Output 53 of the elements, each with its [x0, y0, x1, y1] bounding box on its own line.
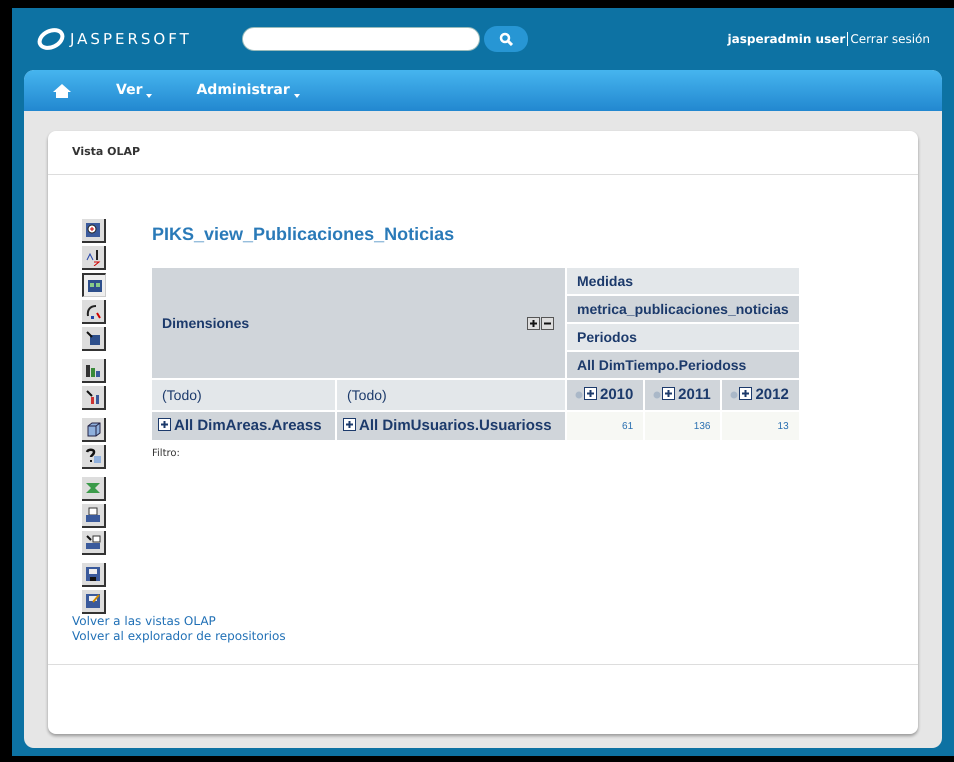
column-header: metrica_publicaciones_noticias [567, 296, 799, 322]
filter-label: Filtro: [152, 447, 181, 461]
table-cell: 61 [567, 412, 644, 440]
row-member: All DimAreas.Areass [152, 412, 335, 440]
dot-icon [575, 390, 583, 399]
bar-chart-icon[interactable] [82, 359, 106, 383]
expand-collapse-icon[interactable] [527, 316, 555, 330]
caret-icon [294, 94, 300, 98]
user-name: jasperadmin user [728, 31, 846, 48]
period-header: 2011 [645, 380, 720, 410]
save-icon[interactable] [82, 563, 106, 587]
table-icon[interactable] [82, 273, 106, 297]
table-cell: 136 [645, 412, 720, 440]
panel-title: Vista OLAP [72, 144, 140, 160]
chart-edit-icon[interactable] [82, 386, 106, 410]
help-icon[interactable] [82, 445, 106, 469]
cube-icon[interactable] [82, 418, 106, 442]
expand-icon[interactable] [584, 386, 597, 400]
period-header: 2012 [722, 380, 799, 410]
back-link[interactable]: Volver al explorador de repositorios [72, 629, 286, 644]
search-button[interactable] [484, 26, 528, 52]
zoom-icon[interactable] [82, 219, 106, 243]
search-icon [499, 32, 513, 46]
row-member: All DimUsuarios.Usuarioss [337, 412, 565, 440]
period-header: 2010 [567, 380, 644, 410]
table-edit-icon[interactable] [82, 327, 106, 351]
spreadsheet-icon[interactable] [82, 477, 106, 501]
nav-menu[interactable]: Ver [116, 80, 152, 101]
expand-icon[interactable] [739, 386, 752, 400]
expand-icon[interactable] [343, 418, 356, 431]
row-axis-header: (Todo) [337, 380, 565, 410]
back-link[interactable]: Volver a las vistas OLAP [72, 614, 216, 629]
save-edit-icon[interactable] [82, 590, 106, 614]
row-axis-header: (Todo) [152, 380, 335, 410]
column-header: All DimTiempo.Periodoss [567, 352, 799, 378]
dot-icon [653, 390, 662, 399]
column-header: Periodos [567, 324, 799, 350]
view-title: PIKS_view_Publicaciones_Noticias [152, 223, 456, 246]
dot-icon [730, 390, 738, 399]
printer-icon[interactable] [82, 504, 106, 528]
dimensions-header: Dimensiones [152, 268, 565, 378]
logout-link[interactable]: Cerrar sesión [850, 30, 930, 48]
table-cell: 13 [722, 412, 799, 440]
printer-edit-icon[interactable] [82, 531, 106, 555]
column-header: Medidas [567, 268, 799, 294]
nav-menu[interactable]: Administrar [196, 80, 300, 101]
logo-icon [36, 28, 66, 50]
expand-icon[interactable] [662, 386, 676, 400]
logo-text: JASPERSOFT [70, 28, 192, 50]
expand-icon[interactable] [158, 418, 171, 431]
search-field[interactable] [242, 27, 480, 51]
home-icon[interactable] [52, 82, 72, 98]
caret-icon [146, 94, 152, 98]
